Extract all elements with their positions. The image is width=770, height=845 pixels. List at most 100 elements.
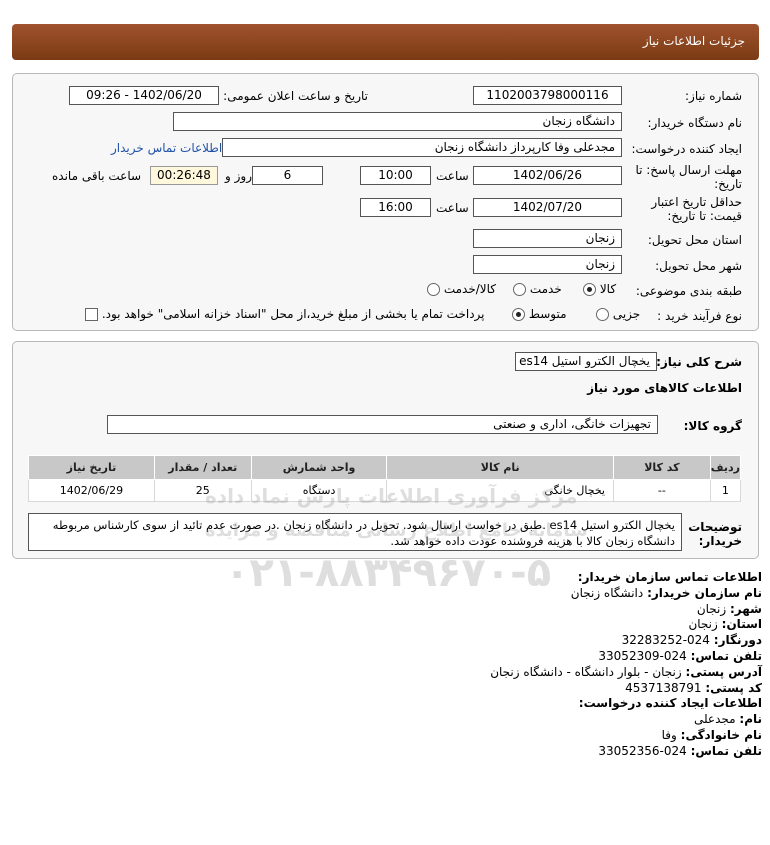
category-option-goods[interactable]: کالا [583, 282, 616, 296]
creator-phone-label: تلفن تماس: [690, 743, 762, 758]
contact-province-line: استان: زنجان [490, 617, 762, 633]
city-label: شهر محل تحویل: [655, 259, 742, 273]
buyer-org-label: نام دستگاه خریدار: [647, 116, 743, 130]
process-option-medium[interactable]: متوسط [512, 307, 567, 321]
validity-label-line2: قیمت: تا تاریخ: [667, 209, 742, 223]
name-label: نام: [739, 712, 762, 727]
province-label: استان محل تحویل: [647, 233, 742, 247]
city-label: شهر: [730, 601, 762, 616]
process-label: نوع فرآیند خرید : [657, 309, 742, 323]
radio-selected-icon[interactable] [583, 283, 596, 296]
province-label: استان: [721, 617, 762, 632]
days-field: 6 [252, 166, 323, 185]
remaining-time-label: ساعت باقی مانده [52, 169, 142, 183]
col-item-code: کد کالا [612, 455, 711, 480]
contact-phone-line: تلفن تماس: 024-33052309 [490, 649, 762, 665]
creator-name-line: نام: مجدعلی [490, 712, 762, 728]
contact-fax-line: دورنگار: 024-32283252 [490, 633, 762, 649]
creator-phone-value: 024-33052356 [598, 743, 687, 758]
org-label: نام سازمان خریدار: [647, 585, 762, 600]
contact-city-line: شهر: زنجان [490, 602, 762, 618]
postal-label: کد پستی: [705, 680, 762, 695]
summary-label: شرح کلی نیاز: [656, 355, 742, 369]
validity-label-line1: حداقل تاریخ اعتبار [651, 195, 742, 209]
category-option-both[interactable]: کالا/خدمت [427, 282, 496, 296]
announce-label: تاریخ و ساعت اعلان عمومی: [223, 89, 368, 103]
need-number-label: شماره نیاز: [685, 89, 742, 103]
payment-note: پرداخت تمام یا بخشی از مبلغ خرید،از محل … [101, 307, 485, 321]
buyer-desc-box: یخچال الکترو استیل es14 .طبق در خواست ار… [28, 513, 682, 551]
col-row-number: ردیف [709, 455, 742, 480]
category-option-service[interactable]: خدمت [513, 282, 562, 296]
cell-item-code: -- [612, 479, 711, 502]
phone-label: تلفن تماس: [690, 648, 762, 663]
province-field: زنجان [473, 229, 622, 248]
cell-quantity: 25 [153, 479, 252, 502]
radio-icon[interactable] [513, 283, 526, 296]
table-header-row: ردیف کد کالا نام کالا واحد شمارش تعداد /… [28, 455, 742, 480]
creator-title: اطلاعات ایجاد کننده درخواست: [578, 696, 762, 711]
goods-group-label: گروه کالا: [683, 419, 742, 433]
province-value: زنجان [688, 617, 718, 632]
radio-selected-icon[interactable] [512, 308, 525, 321]
col-unit: واحد شمارش [250, 455, 388, 480]
process-minor-label: جزیی [612, 307, 641, 321]
buyer-desc-line2: دانشگاه زنجان کالا با هزینه فروشنده عودت… [390, 534, 675, 548]
category-label: طبقه بندی موضوعی: [635, 284, 742, 298]
contact-postal-line: کد پستی: 4537138791 [490, 681, 762, 697]
category-goods-label: کالا [599, 282, 617, 296]
validity-date-field: 1402/07/20 [473, 198, 622, 217]
buyer-org-field: دانشگاه زنجان [173, 112, 622, 131]
goods-info-title: اطلاعات کالاهای مورد نیاز [587, 381, 742, 395]
validity-time-field: 16:00 [360, 198, 431, 217]
contact-buyer-link[interactable]: اطلاعات تماس خریدار [111, 141, 222, 155]
cell-row-number: 1 [709, 479, 742, 502]
contact-org-line: نام سازمان خریدار: دانشگاه زنجان [490, 586, 762, 602]
cell-unit: دستگاه [250, 479, 388, 502]
cell-need-date: 1402/06/29 [28, 479, 155, 502]
address-value: زنجان - بلوار دانشگاه - دانشگاه زنجان [490, 664, 682, 679]
goods-group-field: تجهیزات خانگی، اداری و صنعتی [107, 415, 658, 434]
need-number-field: 1102003798000116 [473, 86, 622, 105]
category-service-label: خدمت [529, 282, 562, 296]
page-title: جزئیات اطلاعات نیاز [642, 34, 745, 48]
creator-phone-line: تلفن تماس: 024-33052356 [490, 744, 762, 760]
checkbox-icon[interactable] [85, 308, 98, 321]
deadline-label-line2: تاریخ: [714, 177, 742, 191]
name-value: مجدعلی [693, 712, 736, 727]
contact-title: اطلاعات تماس سازمان خریدار: [577, 570, 762, 584]
remaining-time-field: 00:26:48 [150, 166, 218, 185]
payment-option[interactable]: پرداخت تمام یا بخشی از مبلغ خرید،از محل … [85, 307, 485, 321]
goods-table: ردیف کد کالا نام کالا واحد شمارش تعداد /… [28, 455, 742, 502]
summary-field: یخچال الکترو استیل es14 [515, 352, 657, 371]
buyer-desc-label-line2: خریدار: [698, 534, 742, 548]
buyer-desc-line1: یخچال الکترو استیل es14 .طبق در خواست ار… [52, 518, 675, 532]
col-need-date: تاریخ نیاز [28, 455, 155, 480]
creator-field: مجدعلی وفا کارپرداز دانشگاه زنجان [222, 138, 622, 157]
col-quantity: تعداد / مقدار [153, 455, 252, 480]
family-label: نام خانوادگی: [680, 727, 762, 742]
cell-item-name: یخچال خانگی [386, 479, 614, 502]
category-both-label: کالا/خدمت [443, 282, 497, 296]
announce-field: 1402/06/20 - 09:26 [69, 86, 219, 105]
page-header: جزئیات اطلاعات نیاز [12, 24, 759, 60]
days-label: روز و [225, 169, 252, 183]
table-row: 1 -- یخچال خانگی دستگاه 25 1402/06/29 [28, 479, 742, 502]
postal-value: 4537138791 [625, 680, 702, 695]
col-item-name: نام کالا [386, 455, 614, 480]
process-option-minor[interactable]: جزیی [596, 307, 640, 321]
contact-section: اطلاعات تماس سازمان خریدار: نام سازمان خ… [490, 570, 762, 760]
deadline-label-line1: مهلت ارسال پاسخ: تا [635, 163, 742, 177]
validity-time-label: ساعت [436, 201, 469, 215]
process-medium-label: متوسط [528, 307, 567, 321]
fax-value: 024-32283252 [621, 633, 710, 648]
radio-icon[interactable] [596, 308, 609, 321]
contact-address-line: آدرس پستی: زنجان - بلوار دانشگاه - دانشگ… [490, 665, 762, 681]
phone-value: 024-33052309 [598, 648, 687, 663]
deadline-time-field: 10:00 [360, 166, 431, 185]
deadline-time-label: ساعت [436, 169, 469, 183]
radio-icon[interactable] [427, 283, 440, 296]
family-value: وفا [661, 727, 677, 742]
deadline-date-field: 1402/06/26 [473, 166, 622, 185]
creator-family-line: نام خانوادگی: وفا [490, 728, 762, 744]
